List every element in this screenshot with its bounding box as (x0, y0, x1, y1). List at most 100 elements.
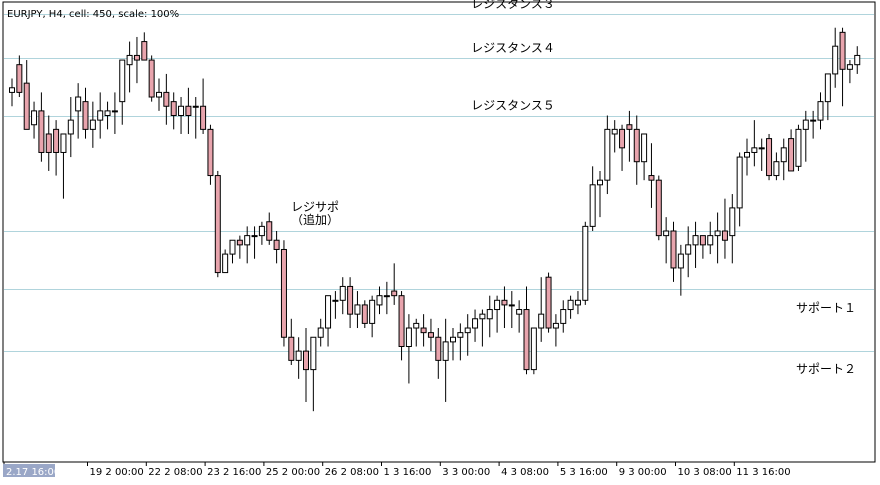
candle-body-down (633, 128, 640, 163)
candle-body-down (303, 350, 309, 371)
candle-body-up (369, 299, 376, 324)
candle-body-up (457, 332, 464, 338)
candle-body-up (854, 54, 861, 66)
candle-body-up (472, 318, 479, 329)
candle (214, 170, 221, 278)
candle-body-up (685, 244, 692, 255)
candle-body-up (60, 133, 67, 153)
candle-body-up (795, 128, 802, 167)
price-chart[interactable]: レジスタンス３レジスタンス４レジスタンス５レジサポ（追加）サポート１サポート２ … (0, 0, 880, 485)
candle-body-up (692, 235, 699, 246)
candle-body-down (420, 327, 427, 334)
candle-body-down (655, 179, 662, 237)
candle-body-down (648, 175, 655, 181)
candle-body-up (383, 295, 390, 298)
candle-body-up (817, 101, 824, 121)
x-tick-label: 26 2 08:00 (325, 467, 379, 478)
candle-body-down (626, 124, 633, 130)
candle-body-up (530, 327, 537, 371)
x-tick-label: 2.17 16:00 (6, 467, 60, 478)
candle-body-up (552, 322, 559, 329)
candle-body-up (846, 64, 853, 70)
candle-body-up (538, 313, 545, 329)
level-label: （追加） (291, 212, 339, 227)
candle-body-up (824, 73, 831, 103)
candle-body-up (832, 45, 839, 75)
candle-body-up (707, 235, 714, 246)
candle-body-up (222, 253, 229, 274)
candle-body-up (192, 105, 199, 108)
candle-body-down (619, 128, 626, 149)
level-label: レジスタンス３ (471, 0, 555, 11)
candle-body-down (699, 235, 706, 246)
symbol-info-label: EURJPY, H4, cell: 450, scale: 100% (7, 9, 179, 20)
candle (530, 327, 537, 375)
candle-body-up (251, 235, 258, 238)
candle-body-down (523, 309, 530, 371)
candle-body-up (582, 225, 589, 301)
candle (545, 272, 552, 333)
candle (280, 240, 287, 347)
candle-body-up (405, 327, 412, 347)
candle-body-up (119, 59, 126, 103)
candle-body-down (185, 105, 192, 117)
candle-body-down (45, 133, 52, 153)
candle (766, 133, 773, 181)
candle-body-up (508, 304, 515, 307)
x-tick-label: 1 3 16:00 (384, 467, 432, 478)
candle-body-up (810, 119, 817, 122)
candle-body-up (413, 322, 420, 329)
candle-body-up (663, 230, 670, 237)
candle-body-up (450, 336, 456, 343)
candle-body-up (97, 110, 104, 121)
candle-body-down (361, 304, 368, 324)
level-label: サポート１ (796, 301, 856, 315)
candle-body-up (325, 295, 332, 329)
candle-body-up (31, 110, 38, 126)
candle (795, 124, 802, 171)
candle-body-down (16, 64, 23, 93)
candle-body-up (604, 128, 611, 181)
candle-body-up (332, 299, 339, 302)
candle-body-down (141, 41, 148, 61)
candle-body-down (148, 59, 155, 98)
candle-body-up (244, 235, 251, 246)
candle-body-down (347, 285, 354, 315)
candle-body-down (53, 128, 60, 153)
candle-body-up (126, 54, 133, 66)
x-tick-label: 5 3 16:00 (560, 467, 608, 478)
x-tick-label: 19 2 00:00 (90, 467, 144, 478)
candle (148, 55, 155, 102)
candle-body-up (442, 341, 449, 361)
candle-body-up (574, 299, 581, 306)
candle-body-up (773, 161, 780, 177)
candle-body-up (376, 295, 383, 306)
candle-body-down (133, 54, 140, 61)
x-tick-label: 22 2 08:00 (148, 467, 202, 478)
candle-body-up (589, 184, 596, 227)
candle-body-up (67, 119, 74, 135)
candle-body-up (597, 179, 603, 186)
candle-body-up (751, 147, 758, 153)
x-axis: 2.17 16:00 19 2 00:00 22 2 08:00 23 2 16:00… (3, 462, 791, 478)
candle-body-down (670, 230, 677, 269)
candle-body-up (178, 105, 185, 117)
candle-body-down (288, 336, 295, 361)
candle-body-up (780, 147, 787, 163)
candle-body-up (479, 313, 486, 320)
candle-body-up (802, 119, 809, 130)
candle-body-up (758, 147, 765, 150)
candle-body-down (273, 239, 280, 250)
candle-body-down (766, 138, 773, 177)
candle-body-up (75, 96, 82, 112)
candle-body-up (567, 299, 574, 311)
candle-body-up (714, 230, 721, 237)
candle-body-down (435, 336, 442, 361)
candle-body-down (721, 230, 728, 241)
candle-body-up (516, 309, 523, 315)
candle-body-up (611, 128, 618, 135)
candle-body-down (545, 276, 552, 329)
candle-body-up (317, 327, 324, 338)
candle-body-up (464, 327, 471, 334)
candle-body-down (170, 101, 177, 116)
